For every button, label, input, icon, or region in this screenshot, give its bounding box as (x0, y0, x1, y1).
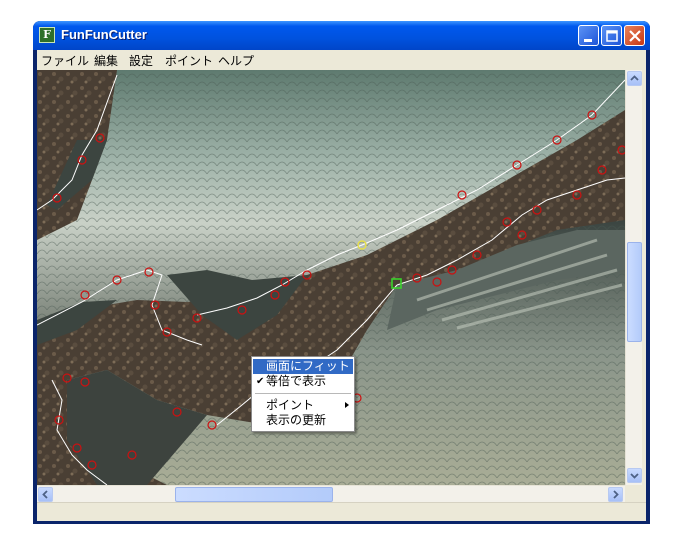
ctx-points[interactable]: ポイント (253, 398, 353, 413)
menu-settings[interactable]: 設定 (129, 52, 153, 69)
chevron-left-icon (42, 490, 48, 499)
horizontal-scroll-thumb[interactable] (175, 487, 333, 502)
vertical-scroll-thumb[interactable] (627, 242, 642, 342)
ctx-fit-to-screen[interactable]: 画面にフィット (253, 359, 353, 374)
ctx-fit-label: 画面にフィット (266, 359, 350, 373)
vertical-scrollbar[interactable] (625, 70, 642, 485)
minimize-button[interactable] (578, 25, 599, 46)
scroll-down-button[interactable] (627, 468, 642, 483)
ctx-points-label: ポイント (266, 398, 315, 412)
chevron-down-icon (630, 473, 639, 479)
app-icon: F (39, 27, 55, 43)
menu-file[interactable]: ファイル (41, 52, 89, 69)
minimize-icon (584, 39, 592, 42)
scroll-left-button[interactable] (38, 487, 53, 502)
scroll-right-button[interactable] (608, 487, 623, 502)
ctx-actual-size-label: 等倍で表示 (266, 374, 327, 388)
menu-points[interactable]: ポイント (165, 52, 213, 69)
close-button[interactable] (624, 25, 645, 46)
check-icon: ✔ (256, 376, 265, 387)
submenu-arrow-icon (345, 402, 349, 408)
scrollbar-corner (625, 485, 642, 502)
title-bar[interactable]: F FunFunCutter (33, 21, 650, 50)
app-window: F FunFunCutter ファイル 編集 設定 ポイント ヘルプ (33, 21, 650, 524)
window-title: FunFunCutter (61, 27, 147, 42)
scroll-up-button[interactable] (627, 71, 642, 86)
menu-edit[interactable]: 編集 (94, 52, 118, 69)
context-menu: 画面にフィット ✔ 等倍で表示 ポイント 表示の更新 (251, 356, 355, 432)
close-icon (629, 30, 641, 42)
chevron-right-icon (613, 490, 619, 499)
maximize-button[interactable] (601, 25, 622, 46)
ctx-actual-size[interactable]: ✔ 等倍で表示 (253, 374, 353, 389)
menu-help[interactable]: ヘルプ (218, 52, 254, 69)
ctx-refresh[interactable]: 表示の更新 (253, 413, 353, 428)
ctx-refresh-label: 表示の更新 (266, 413, 327, 427)
chevron-up-icon (630, 75, 639, 81)
ctx-separator (255, 393, 351, 394)
menu-bar: ファイル 編集 設定 ポイント ヘルプ (37, 50, 646, 70)
status-bar (37, 502, 646, 521)
maximize-icon (606, 30, 618, 42)
horizontal-scrollbar[interactable] (37, 485, 625, 502)
client-area: ファイル 編集 設定 ポイント ヘルプ (37, 50, 646, 521)
